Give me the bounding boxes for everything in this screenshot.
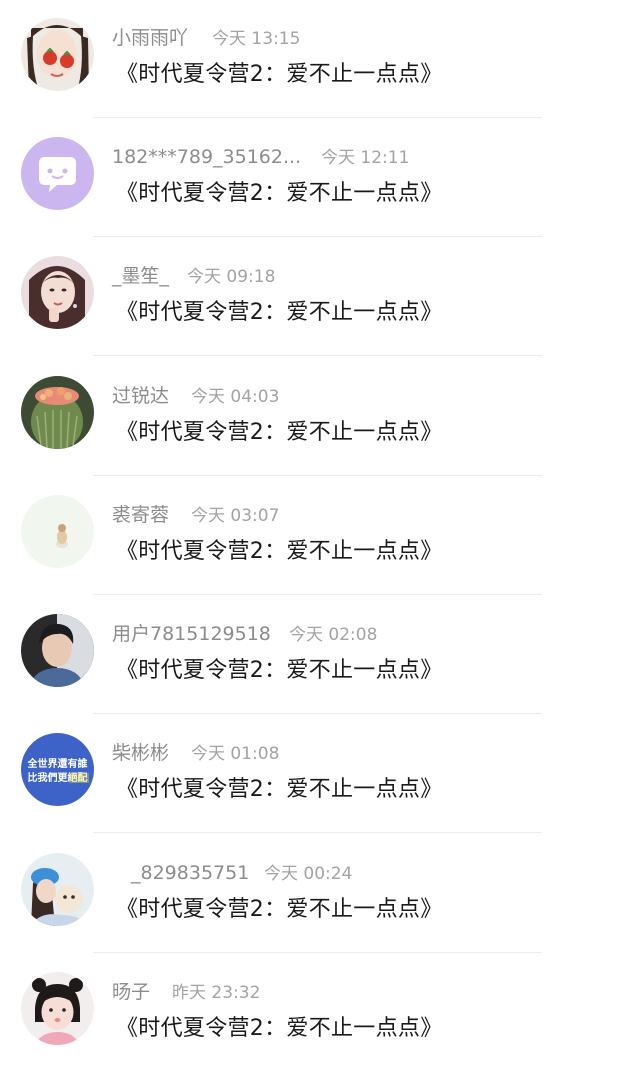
avatar-girl-strawberries-icon[interactable] (21, 18, 94, 91)
username[interactable]: 182***789_35162... (112, 145, 301, 169)
timestamp: 今天 03:07 (191, 506, 280, 526)
username[interactable]: _墨笙_ (112, 264, 169, 288)
comment-item[interactable]: _墨笙_ 今天 09:18 《时代夏令营2：爱不止一点点》 (0, 238, 640, 357)
username[interactable]: 裘寄蓉 (112, 503, 169, 527)
comment-text: 《时代夏令营2：爱不止一点点》 (116, 62, 443, 87)
divider (93, 355, 542, 356)
avatar-girl-blue-hat-icon[interactable] (21, 853, 94, 926)
comment-text: 《时代夏令营2：爱不止一点点》 (116, 777, 443, 802)
comment-item[interactable]: _829835751 今天 00:24 《时代夏令营2：爱不止一点点》 (0, 835, 640, 954)
timestamp: 今天 09:18 (187, 267, 276, 287)
avatar-default-chat-bubble-icon[interactable] (21, 137, 94, 210)
divider (93, 952, 542, 953)
avatar-text-line1: 全世界還有誰 (27, 757, 88, 770)
divider (93, 475, 542, 476)
divider (93, 236, 542, 237)
username[interactable]: 小雨雨吖 (112, 26, 188, 50)
timestamp: 今天 02:08 (289, 625, 378, 645)
comment-text: 《时代夏令营2：爱不止一点点》 (116, 181, 443, 206)
avatar-girl-portrait-icon[interactable] (21, 256, 94, 329)
avatar-text-logo-icon[interactable]: 全世界還有誰 比我們更絕配 (21, 733, 94, 806)
divider (93, 713, 542, 714)
avatar-girl-buns-icon[interactable] (21, 972, 94, 1045)
avatar-small-figure-icon[interactable] (21, 495, 94, 568)
username[interactable]: 旸子 (112, 980, 150, 1004)
username[interactable]: 柴彬彬 (112, 741, 169, 765)
timestamp: 昨天 23:32 (172, 983, 261, 1003)
timestamp: 今天 01:08 (191, 744, 280, 764)
avatar-cactus-icon[interactable] (21, 376, 94, 449)
divider (93, 117, 542, 118)
comment-text: 《时代夏令营2：爱不止一点点》 (116, 897, 443, 922)
timestamp: 今天 04:03 (191, 387, 280, 407)
timestamp: 今天 00:24 (264, 864, 353, 884)
comment-text: 《时代夏令营2：爱不止一点点》 (116, 300, 443, 325)
comment-item[interactable]: 旸子 昨天 23:32 《时代夏令营2：爱不止一点点》 (0, 954, 640, 1073)
comment-text: 《时代夏令营2：爱不止一点点》 (116, 420, 443, 445)
comment-text: 《时代夏令营2：爱不止一点点》 (116, 658, 443, 683)
divider (93, 594, 542, 595)
timestamp: 今天 12:11 (321, 148, 410, 168)
comment-text: 《时代夏令营2：爱不止一点点》 (116, 1016, 443, 1041)
comment-item[interactable]: 裘寄蓉 今天 03:07 《时代夏令营2：爱不止一点点》 (0, 477, 640, 596)
comment-item[interactable]: 小雨雨吖 今天 13:15 《时代夏令营2：爱不止一点点》 (0, 0, 640, 119)
comment-item[interactable]: 全世界還有誰 比我們更絕配 柴彬彬 今天 01:08 《时代夏令营2：爱不止一点… (0, 715, 640, 834)
timestamp: 今天 13:15 (212, 29, 301, 49)
comment-text: 《时代夏令营2：爱不止一点点》 (116, 539, 443, 564)
username[interactable]: 用户7815129518 (112, 622, 271, 646)
comment-item[interactable]: 182***789_35162... 今天 12:11 《时代夏令营2：爱不止一… (0, 119, 640, 238)
avatar-boy-portrait-icon[interactable] (21, 614, 94, 687)
username[interactable]: 过锐达 (112, 384, 169, 408)
username[interactable]: _829835751 (131, 861, 249, 885)
comment-item[interactable]: 用户7815129518 今天 02:08 《时代夏令营2：爱不止一点点》 (0, 596, 640, 715)
comment-item[interactable]: 过锐达 今天 04:03 《时代夏令营2：爱不止一点点》 (0, 358, 640, 477)
divider (93, 832, 542, 833)
